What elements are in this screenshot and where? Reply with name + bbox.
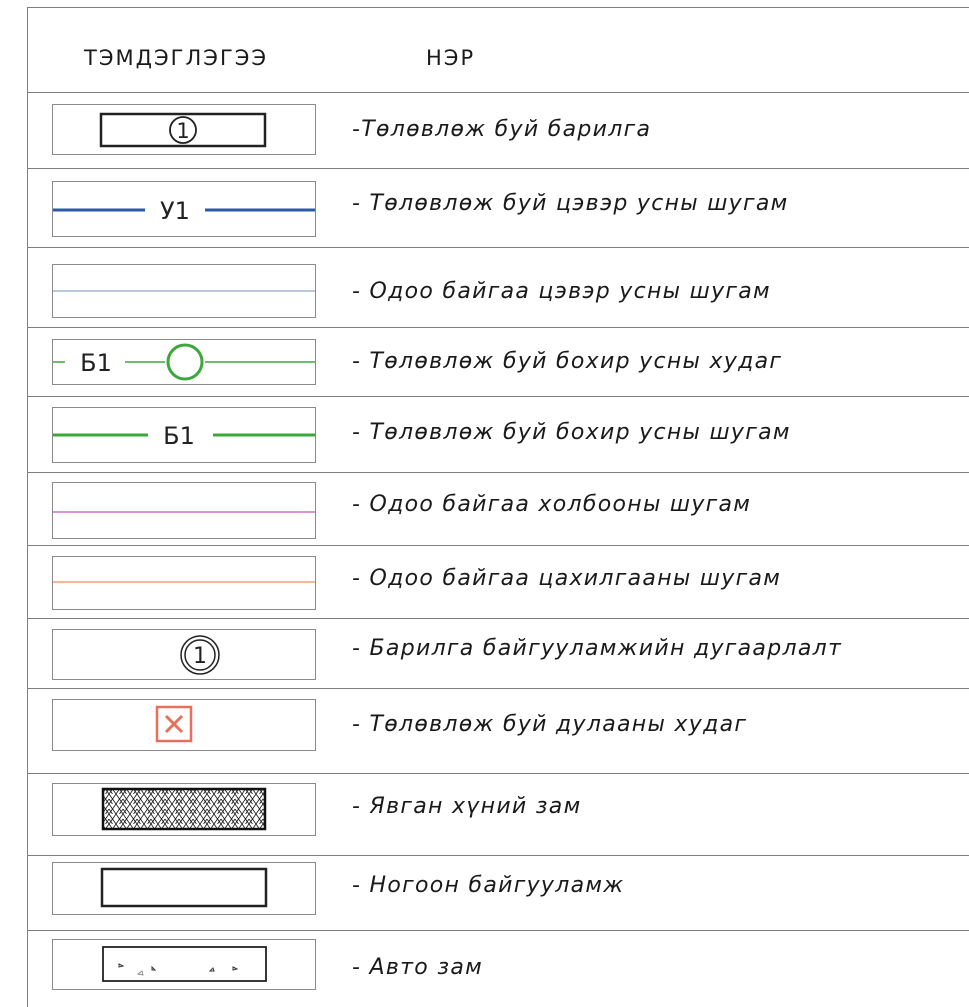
row-divider: [27, 688, 969, 689]
row-divider: [27, 168, 969, 169]
legend-name: -Төлөвлөж буй барилга: [352, 117, 652, 142]
legend-name: - Төлөвлөж буй бохир усны шугам: [352, 420, 791, 445]
hatch-box-icon: [101, 787, 267, 831]
existing-water-line-symbol: [52, 264, 316, 318]
legend-name: - Авто зам: [352, 955, 483, 980]
communication-line-symbol: [52, 482, 316, 539]
legend-name: - Одоо байгаа цахилгааны шугам: [352, 566, 782, 591]
legend-name: - Барилга байгууламжийн дугаарлалт: [352, 636, 843, 661]
thin-line-icon: [53, 581, 315, 583]
line-label: У1: [160, 197, 190, 225]
water-line-icon: У1: [53, 197, 315, 225]
row-divider: [27, 472, 969, 473]
legend-name: - Төлөвлөж буй бохир усны худаг: [352, 349, 783, 374]
pedestrian-path-symbol: [52, 783, 316, 836]
legend-name: - Төлөвлөж буй цэвэр усны шугам: [352, 191, 789, 216]
sewage-line-icon: Б1: [53, 422, 315, 450]
row-divider: [27, 773, 969, 774]
legend-name: - Явган хүний зам: [352, 794, 582, 819]
row-divider: [27, 396, 969, 397]
road-box-icon: [102, 946, 267, 982]
clean-water-line-symbol: У1: [52, 181, 316, 237]
legend-name: - Одоо байгаа холбооны шугам: [352, 492, 752, 517]
plain-box-icon: [100, 867, 268, 908]
legend-name: - Төлөвлөж буй дулааны худаг: [352, 712, 748, 737]
legend-name: - Ногоон байгууламж: [352, 873, 625, 898]
thin-line-icon: [53, 511, 315, 513]
sewage-line-symbol: Б1: [52, 407, 316, 463]
building-symbol: 1: [52, 104, 316, 155]
building-number-label: 1: [176, 119, 189, 143]
name-column-header: НЭР: [426, 46, 476, 70]
numbering-label: 1: [193, 644, 207, 669]
heating-well-symbol: [52, 699, 316, 751]
double-circle-icon: 1: [180, 635, 220, 675]
row-divider: [27, 327, 969, 328]
well-label: Б1: [80, 349, 112, 377]
row-divider: [27, 855, 969, 856]
x-box-icon: [155, 705, 193, 743]
row-divider: [27, 247, 969, 248]
electric-line-symbol: [52, 556, 316, 610]
road-symbol: [52, 939, 316, 990]
building-symbol-icon: 1: [99, 112, 267, 148]
legend-table: ТЭМДЭГЛЭГЭЭ НЭР 1 -Төлөвлөж буй барилга …: [0, 0, 969, 1007]
table-top-border: [27, 7, 969, 8]
row-divider: [27, 545, 969, 546]
header-divider: [27, 92, 969, 93]
left-border: [27, 7, 28, 1007]
line-label: Б1: [163, 422, 195, 450]
symbol-column-header: ТЭМДЭГЛЭГЭЭ: [84, 46, 269, 70]
legend-name: - Одоо байгаа цэвэр усны шугам: [352, 279, 771, 304]
green-area-symbol: [52, 862, 316, 915]
well-icon: Б1: [53, 343, 315, 381]
building-numbering-symbol: 1: [52, 629, 316, 680]
sewage-well-symbol: Б1: [52, 339, 316, 385]
row-divider: [27, 618, 969, 619]
row-divider: [27, 930, 969, 931]
thin-line-icon: [53, 290, 315, 292]
